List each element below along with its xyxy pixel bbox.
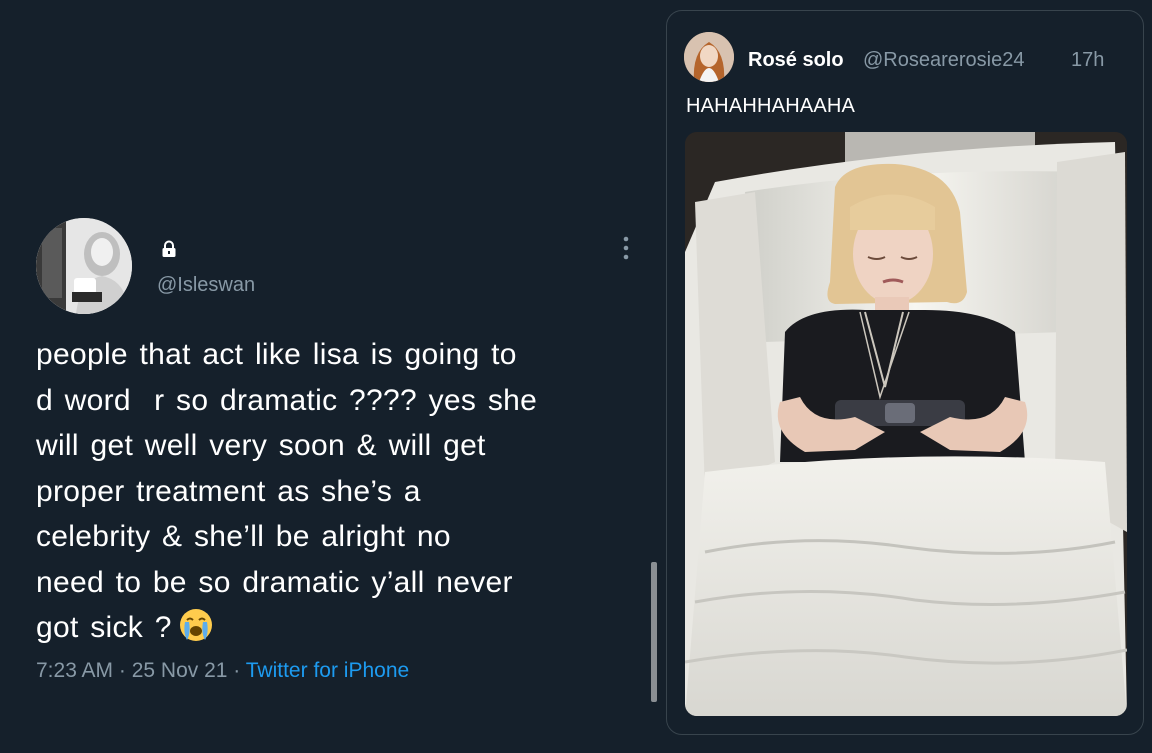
screenshot-page: @Isleswan people that act like lisa is g… bbox=[0, 0, 1152, 753]
scrollbar[interactable] bbox=[651, 562, 657, 702]
meta-separator: · bbox=[227, 658, 246, 682]
quoted-handle[interactable]: @Rosearerosie24 bbox=[863, 49, 1025, 72]
tweet-text-line: proper treatment as she’s a bbox=[36, 474, 421, 508]
tweet-text-line: will get well very soon & will get bbox=[36, 429, 486, 462]
tweet-header: @Isleswan bbox=[36, 215, 646, 315]
quoted-display-name[interactable]: Rosé solo bbox=[748, 49, 844, 72]
tweet-text-line: need to be so dramatic y’all never bbox=[36, 565, 513, 599]
tweet-text-line: people that act like lisa is going to bbox=[36, 338, 517, 371]
quoted-tweet-photo[interactable] bbox=[685, 132, 1127, 716]
tweet-text: people that act like lisa is going to d … bbox=[36, 332, 646, 651]
loudly-crying-face-icon bbox=[179, 609, 212, 641]
quoted-timestamp[interactable]: 17h bbox=[1071, 49, 1104, 72]
lock-icon bbox=[162, 240, 176, 257]
tweet-time[interactable]: 7:23 AM bbox=[36, 659, 113, 682]
more-options-icon[interactable] bbox=[619, 235, 633, 261]
main-tweet: @Isleswan people that act like lisa is g… bbox=[36, 215, 646, 683]
tweet-text-line: celebrity & she’ll be alright no bbox=[36, 520, 451, 553]
quoted-avatar[interactable] bbox=[684, 32, 734, 82]
tweet-meta: 7:23 AM · 25 Nov 21 · Twitter for iPhone bbox=[36, 659, 646, 683]
tweet-date[interactable]: 25 Nov 21 bbox=[132, 659, 228, 682]
tweet-text-line: d word r so dramatic ???? yes she bbox=[36, 383, 538, 417]
avatar[interactable] bbox=[36, 218, 132, 314]
quoted-tweet-text: HAHAHHAHAAHA bbox=[686, 95, 856, 117]
meta-separator: · bbox=[113, 658, 132, 682]
tweet-text-line: got sick ? bbox=[36, 611, 172, 644]
tweet-source-link[interactable]: Twitter for iPhone bbox=[246, 659, 409, 682]
quoted-tweet-card[interactable]: Rosé solo @Rosearerosie24 17h HAHAHHAHAA… bbox=[666, 10, 1144, 735]
tweet-handle[interactable]: @Isleswan bbox=[157, 274, 255, 297]
